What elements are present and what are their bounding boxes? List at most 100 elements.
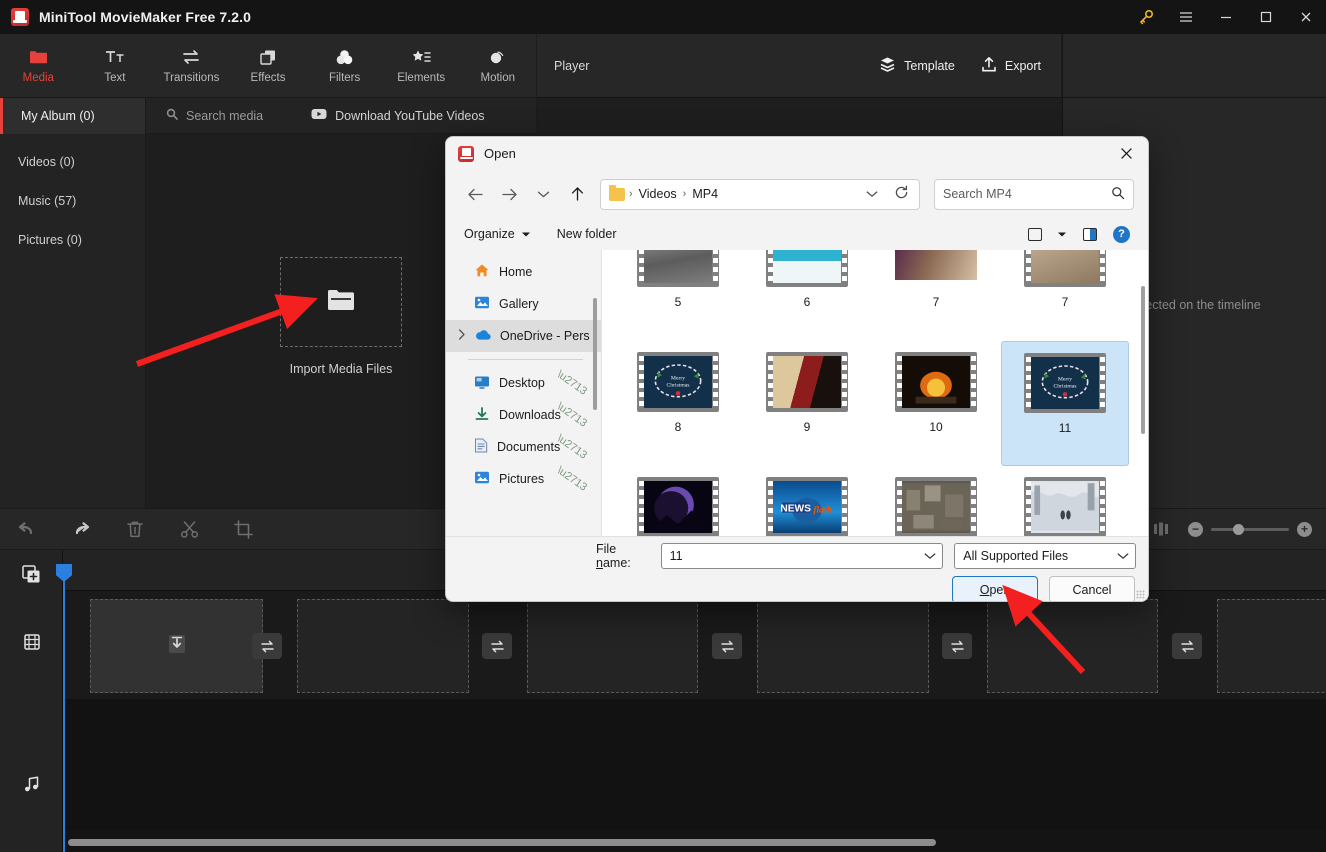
- chevron-right-icon[interactable]: [458, 329, 466, 343]
- import-media-dropzone[interactable]: [280, 257, 402, 347]
- ribbon-item-elements[interactable]: Elements: [383, 34, 460, 98]
- ribbon-item-text[interactable]: Text: [77, 34, 154, 98]
- menu-button[interactable]: [1166, 0, 1206, 34]
- undo-button[interactable]: [0, 508, 54, 550]
- file-list-pane[interactable]: 5 6 7 7 Merry Christmas 8 9 10 Merry Chr…: [601, 250, 1148, 536]
- fit-to-timeline-icon[interactable]: [1144, 508, 1178, 550]
- nav-item-onedrive[interactable]: OneDrive - Pers: [446, 320, 601, 352]
- file-item[interactable]: 10: [872, 341, 1000, 466]
- file-item[interactable]: 15: [1001, 466, 1129, 536]
- maximize-button[interactable]: [1246, 0, 1286, 34]
- transition-slot-2[interactable]: [482, 633, 512, 659]
- chevron-down-icon[interactable]: [924, 549, 936, 563]
- resize-grip[interactable]: [1136, 590, 1145, 599]
- dialog-close-button[interactable]: [1104, 137, 1148, 170]
- youtube-icon: [311, 108, 327, 123]
- chevron-down-icon[interactable]: [1117, 549, 1129, 563]
- export-button[interactable]: Export: [981, 56, 1041, 76]
- layout-view-button[interactable]: [1028, 227, 1067, 241]
- my-album-label: My Album (0): [21, 108, 95, 123]
- forward-arrow-icon[interactable]: [494, 179, 524, 209]
- transition-slot-5[interactable]: [1172, 633, 1202, 659]
- sidebar-item-pictures[interactable]: Pictures (0): [0, 220, 145, 259]
- cancel-button[interactable]: Cancel: [1049, 576, 1135, 601]
- timeline-video-track[interactable]: [63, 590, 1326, 700]
- timeline-audio-track[interactable]: [63, 700, 1326, 830]
- file-item[interactable]: NEWSflash 13: [743, 466, 871, 536]
- address-bar[interactable]: › Videos › MP4: [600, 178, 920, 210]
- new-folder-button[interactable]: New folder: [557, 227, 617, 241]
- timeline-clip-6[interactable]: [1217, 599, 1326, 693]
- search-media-input[interactable]: Search media: [166, 108, 263, 123]
- zoom-slider[interactable]: − +: [1188, 521, 1312, 537]
- dialog-footer: File name: 11 All Supported Files O pen …: [446, 536, 1148, 601]
- file-item[interactable]: 7: [872, 250, 1000, 341]
- file-list-scrollbar[interactable]: [1141, 286, 1145, 434]
- file-item-selected[interactable]: Merry Christmas 11: [1001, 341, 1129, 466]
- zoom-out-button[interactable]: −: [1188, 521, 1203, 537]
- ribbon-item-effects[interactable]: Effects: [230, 34, 307, 98]
- timeline-clip-5[interactable]: [987, 599, 1158, 693]
- timeline-clip-3[interactable]: [527, 599, 698, 693]
- open-button[interactable]: Open: [952, 576, 1038, 601]
- download-youtube-button[interactable]: Download YouTube Videos: [311, 108, 485, 123]
- split-button[interactable]: [162, 508, 216, 550]
- refresh-icon[interactable]: [890, 185, 913, 203]
- file-item[interactable]: 9: [743, 341, 871, 466]
- ribbon-item-filters[interactable]: Filters: [306, 34, 383, 98]
- pin-icon[interactable]: \u2713: [555, 368, 589, 397]
- file-item[interactable]: 14: [872, 466, 1000, 536]
- nav-item-documents[interactable]: Documents \u2713: [446, 431, 601, 463]
- chevron-down-icon[interactable]: [856, 187, 888, 201]
- ribbon-item-transitions[interactable]: Transitions: [153, 34, 230, 98]
- pin-icon[interactable]: \u2713: [555, 464, 589, 493]
- redo-button[interactable]: [54, 508, 108, 550]
- crop-button[interactable]: [216, 508, 270, 550]
- timeline-clip-4[interactable]: [757, 599, 929, 693]
- up-arrow-icon[interactable]: [562, 179, 592, 209]
- file-name-input[interactable]: 11: [660, 542, 944, 569]
- search-input[interactable]: Search MP4: [934, 178, 1134, 210]
- sidebar-item-videos[interactable]: Videos (0): [0, 142, 145, 181]
- minimize-button[interactable]: [1206, 0, 1246, 34]
- ribbon-item-motion[interactable]: Motion: [459, 34, 536, 98]
- license-key-button[interactable]: [1126, 0, 1166, 34]
- file-item[interactable]: Merry Christmas 8: [614, 341, 742, 466]
- nav-item-downloads[interactable]: Downloads \u2713: [446, 399, 601, 431]
- back-arrow-icon[interactable]: [460, 179, 490, 209]
- nav-item-home[interactable]: Home: [446, 256, 601, 288]
- zoom-in-button[interactable]: +: [1297, 521, 1312, 537]
- zoom-slider-track[interactable]: [1211, 523, 1289, 535]
- details-pane-icon[interactable]: [1083, 227, 1097, 241]
- nav-item-gallery[interactable]: Gallery: [446, 288, 601, 320]
- nav-pane-scrollbar[interactable]: [593, 298, 597, 410]
- timeline-clip-2[interactable]: [297, 599, 469, 693]
- add-track-icon[interactable]: [0, 560, 63, 588]
- breadcrumb-videos[interactable]: Videos: [639, 187, 677, 201]
- zoom-slider-knob[interactable]: [1233, 523, 1244, 535]
- transition-slot-3[interactable]: [712, 633, 742, 659]
- delete-button[interactable]: [108, 508, 162, 550]
- file-item[interactable]: 6: [743, 250, 871, 341]
- file-type-select[interactable]: All Supported Files: [954, 542, 1136, 569]
- template-button[interactable]: Template: [879, 56, 955, 76]
- help-button[interactable]: ?: [1113, 225, 1130, 243]
- organize-button[interactable]: Organize: [464, 227, 531, 241]
- close-button[interactable]: [1286, 0, 1326, 34]
- file-item[interactable]: 12: [614, 466, 742, 536]
- nav-item-pictures[interactable]: Pictures \u2713: [446, 463, 601, 495]
- sidebar-item-music[interactable]: Music (57): [0, 181, 145, 220]
- transition-slot-1[interactable]: [252, 633, 282, 659]
- recent-locations-chevron-down-icon[interactable]: [528, 179, 558, 209]
- ribbon-label-elements: Elements: [397, 72, 446, 84]
- breadcrumb-mp4[interactable]: MP4: [692, 187, 718, 201]
- nav-item-desktop[interactable]: Desktop \u2713: [446, 367, 601, 399]
- timeline-playhead[interactable]: [56, 564, 72, 852]
- ribbon-item-media[interactable]: Media: [0, 34, 77, 98]
- file-item[interactable]: 5: [614, 250, 742, 341]
- timeline-horizontal-scrollbar[interactable]: [68, 839, 936, 846]
- timeline-clip-1[interactable]: [90, 599, 263, 693]
- transition-slot-4[interactable]: [942, 633, 972, 659]
- sidebar-item-my-album[interactable]: My Album (0): [0, 97, 146, 134]
- file-item[interactable]: 7: [1001, 250, 1129, 341]
